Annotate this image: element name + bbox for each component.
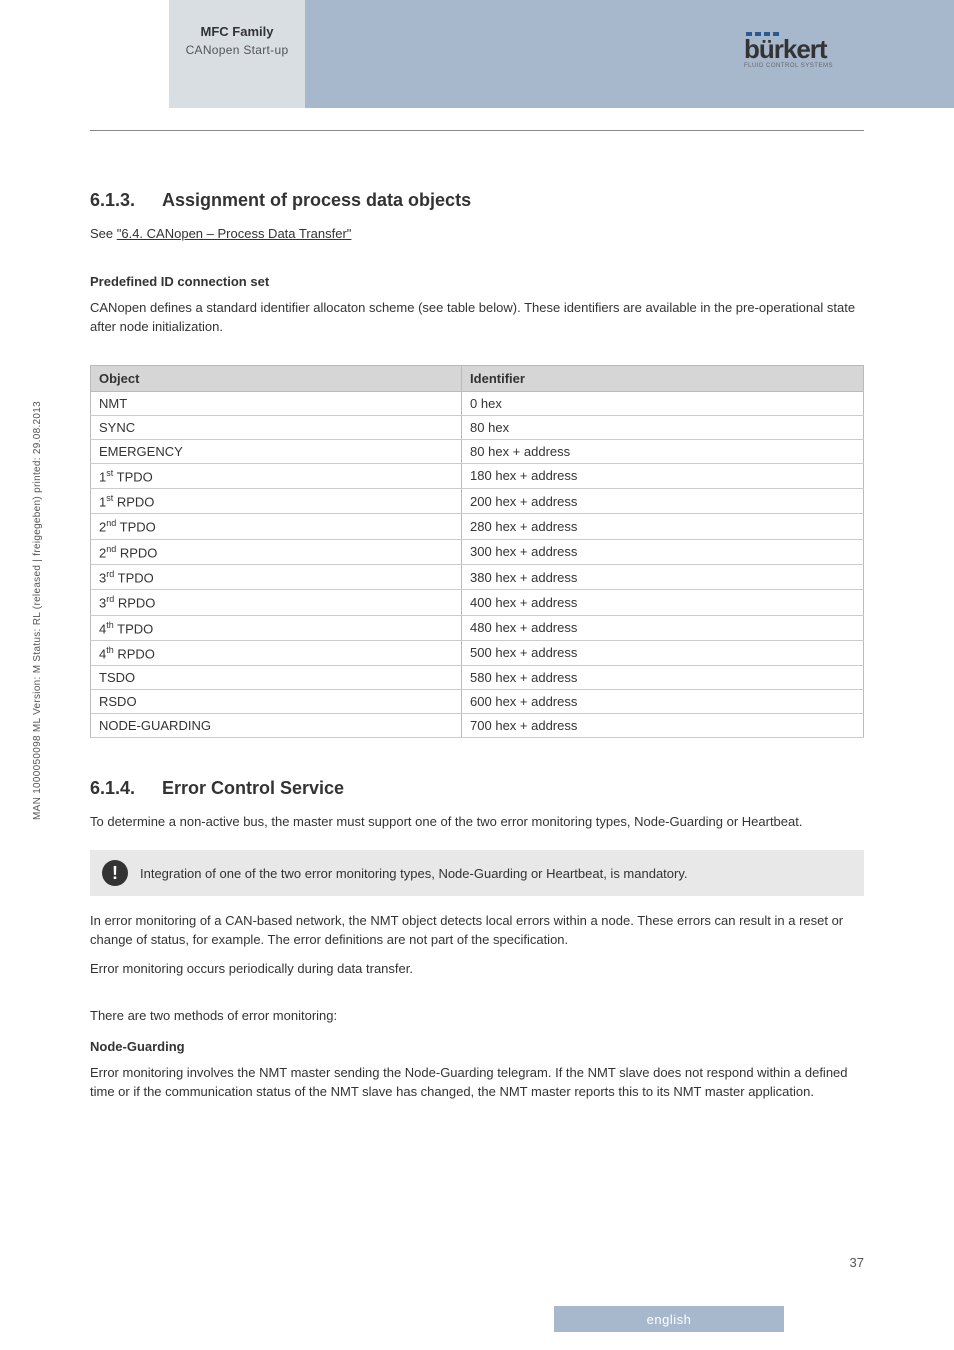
cell-object: 2nd TPDO bbox=[91, 514, 462, 539]
table-row: TSDO580 hex + address bbox=[91, 666, 864, 690]
warning-icon: ! bbox=[102, 860, 128, 886]
cell-identifier: 80 hex + address bbox=[462, 439, 864, 463]
col-identifier: Identifier bbox=[462, 365, 864, 391]
sec614-p1: To determine a non-active bus, the maste… bbox=[90, 813, 864, 832]
cell-object: SYNC bbox=[91, 415, 462, 439]
table-row: 3rd RPDO400 hex + address bbox=[91, 590, 864, 615]
doc-subtitle: CANopen Start-up bbox=[169, 43, 305, 57]
notice-text: Integration of one of the two error moni… bbox=[140, 866, 688, 881]
cell-object: EMERGENCY bbox=[91, 439, 462, 463]
cell-object: RSDO bbox=[91, 690, 462, 714]
cell-identifier: 400 hex + address bbox=[462, 590, 864, 615]
cell-identifier: 0 hex bbox=[462, 391, 864, 415]
table-row: SYNC80 hex bbox=[91, 415, 864, 439]
section-614-number: 6.1.4. bbox=[90, 778, 162, 799]
node-guarding-heading: Node-Guarding bbox=[90, 1039, 864, 1054]
language-box: english bbox=[554, 1306, 784, 1332]
table-row: NMT0 hex bbox=[91, 391, 864, 415]
cell-object: NMT bbox=[91, 391, 462, 415]
table-row: RSDO600 hex + address bbox=[91, 690, 864, 714]
sec614-p2: In error monitoring of a CAN-based netwo… bbox=[90, 912, 864, 950]
cell-object: 1st TPDO bbox=[91, 463, 462, 488]
cell-identifier: 180 hex + address bbox=[462, 463, 864, 488]
col-object: Object bbox=[91, 365, 462, 391]
table-row: 4th TPDO480 hex + address bbox=[91, 615, 864, 640]
doc-title: MFC Family bbox=[169, 24, 305, 39]
table-row: 3rd TPDO380 hex + address bbox=[91, 564, 864, 589]
see-label: See bbox=[90, 226, 117, 241]
table-row: 1st RPDO200 hex + address bbox=[91, 488, 864, 513]
see-line: See "6.4. CANopen – Process Data Transfe… bbox=[90, 225, 864, 244]
predefined-text: CANopen defines a standard identifier al… bbox=[90, 299, 864, 337]
cell-object: NODE-GUARDING bbox=[91, 714, 462, 738]
section-613-title: Assignment of process data objects bbox=[162, 190, 471, 210]
brand-logo: bürkert FLUID CONTROL SYSTEMS bbox=[744, 32, 864, 69]
logo-word: bürkert bbox=[744, 38, 864, 61]
content-area: 6.1.3.Assignment of process data objects… bbox=[90, 190, 864, 1102]
side-meta-text: MAN 1000050098 ML Version: M Status: RL … bbox=[32, 401, 43, 820]
cell-identifier: 700 hex + address bbox=[462, 714, 864, 738]
table-row: 2nd RPDO300 hex + address bbox=[91, 539, 864, 564]
cell-identifier: 200 hex + address bbox=[462, 488, 864, 513]
cell-object: 4th RPDO bbox=[91, 640, 462, 665]
cell-object: 4th TPDO bbox=[91, 615, 462, 640]
table-row: EMERGENCY80 hex + address bbox=[91, 439, 864, 463]
cell-identifier: 280 hex + address bbox=[462, 514, 864, 539]
cell-object: 3rd RPDO bbox=[91, 590, 462, 615]
table-header-row: Object Identifier bbox=[91, 365, 864, 391]
cell-identifier: 480 hex + address bbox=[462, 615, 864, 640]
see-link[interactable]: "6.4. CANopen – Process Data Transfer" bbox=[117, 226, 352, 241]
cell-identifier: 380 hex + address bbox=[462, 564, 864, 589]
sec614-p3: Error monitoring occurs periodically dur… bbox=[90, 960, 864, 979]
section-613-heading: 6.1.3.Assignment of process data objects bbox=[90, 190, 864, 211]
cell-object: 2nd RPDO bbox=[91, 539, 462, 564]
cell-object: 1st RPDO bbox=[91, 488, 462, 513]
section-614-title: Error Control Service bbox=[162, 778, 344, 798]
section-614-heading: 6.1.4.Error Control Service bbox=[90, 778, 864, 799]
cell-object: TSDO bbox=[91, 666, 462, 690]
predefined-heading: Predefined ID connection set bbox=[90, 274, 864, 289]
table-row: 4th RPDO500 hex + address bbox=[91, 640, 864, 665]
node-guarding-text: Error monitoring involves the NMT master… bbox=[90, 1064, 864, 1102]
cell-object: 3rd TPDO bbox=[91, 564, 462, 589]
header-left: MFC Family CANopen Start-up bbox=[169, 24, 305, 57]
table-row: NODE-GUARDING700 hex + address bbox=[91, 714, 864, 738]
section-613-number: 6.1.3. bbox=[90, 190, 162, 211]
sec614-p4: There are two methods of error monitorin… bbox=[90, 1007, 864, 1026]
notice-box: ! Integration of one of the two error mo… bbox=[90, 850, 864, 896]
logo-sub: FLUID CONTROL SYSTEMS bbox=[744, 63, 864, 69]
cell-identifier: 500 hex + address bbox=[462, 640, 864, 665]
cell-identifier: 580 hex + address bbox=[462, 666, 864, 690]
identifier-table: Object Identifier NMT0 hexSYNC80 hexEMER… bbox=[90, 365, 864, 739]
table-row: 1st TPDO180 hex + address bbox=[91, 463, 864, 488]
page-number: 37 bbox=[850, 1255, 864, 1270]
header-divider bbox=[90, 130, 864, 131]
table-row: 2nd TPDO280 hex + address bbox=[91, 514, 864, 539]
cell-identifier: 80 hex bbox=[462, 415, 864, 439]
cell-identifier: 600 hex + address bbox=[462, 690, 864, 714]
cell-identifier: 300 hex + address bbox=[462, 539, 864, 564]
